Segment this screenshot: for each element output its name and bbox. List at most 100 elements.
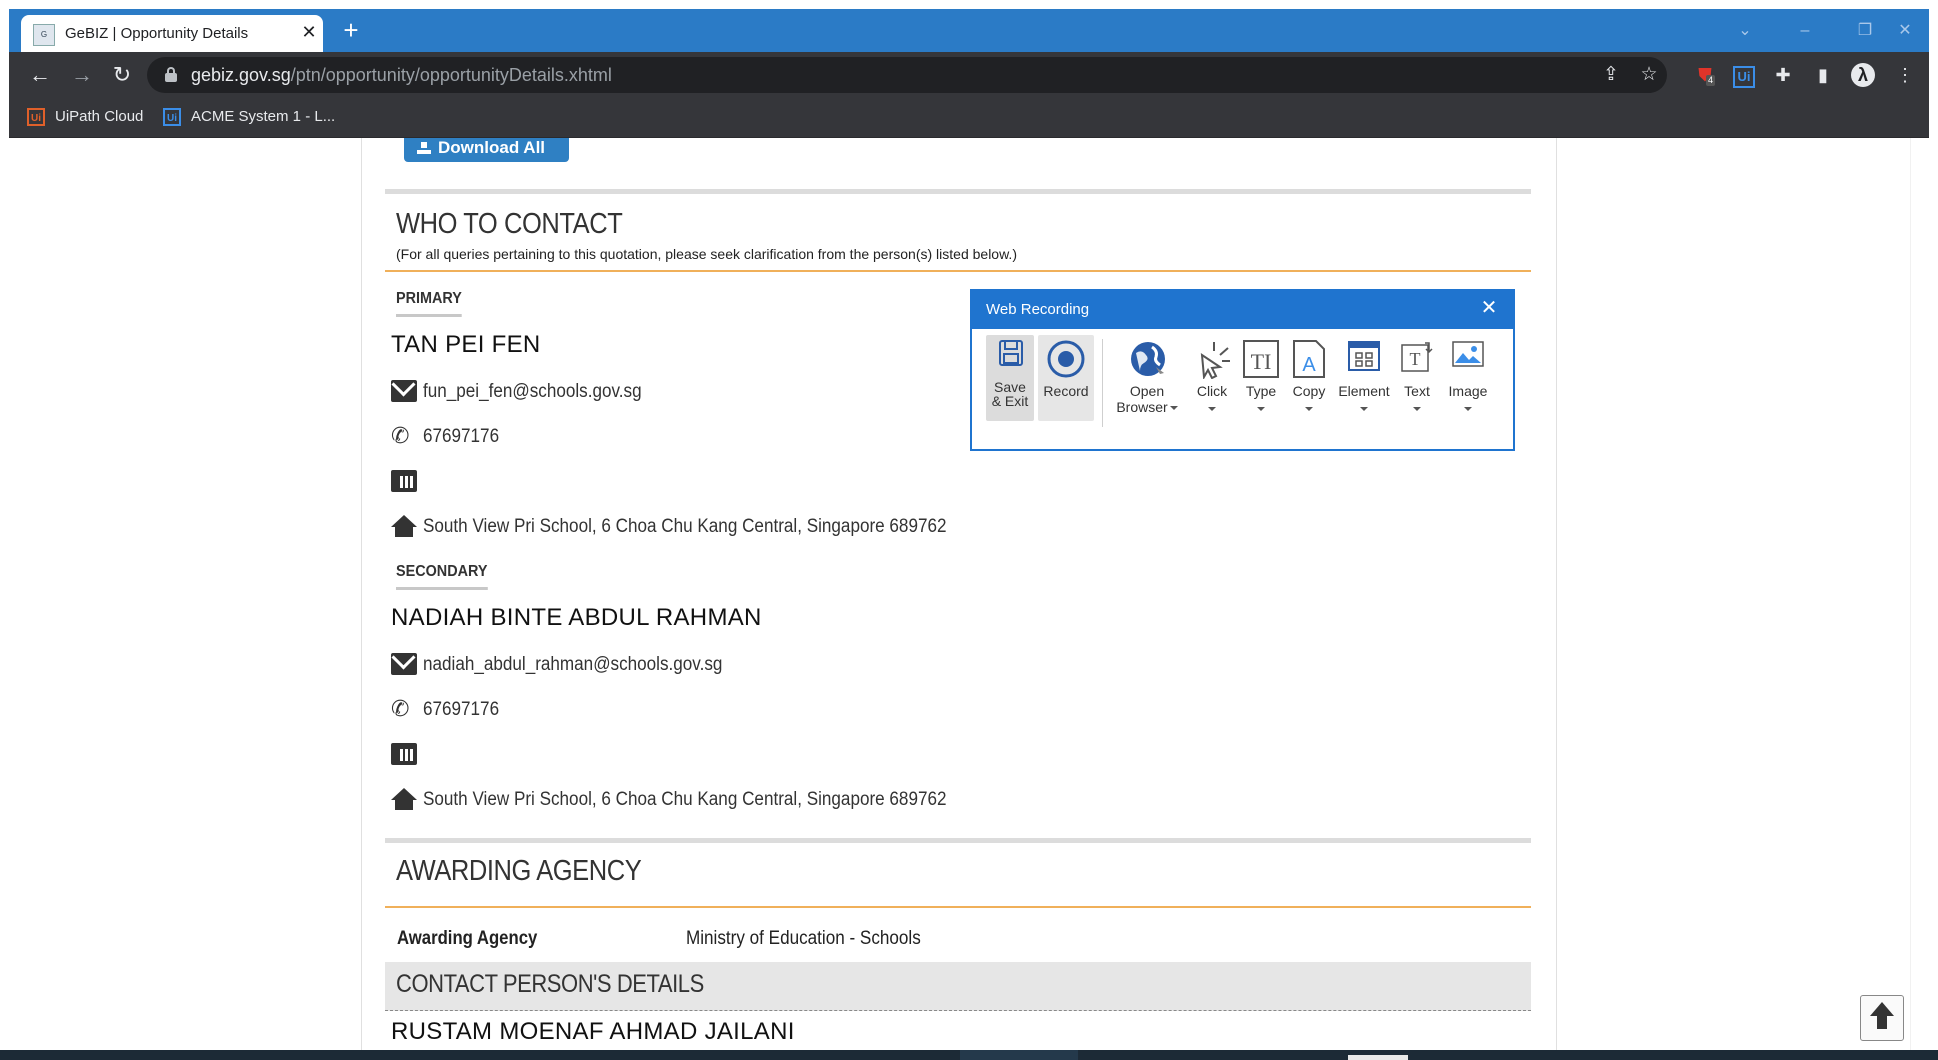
new-tab-button[interactable]: +: [337, 17, 365, 45]
back-arrow-icon[interactable]: ←: [25, 60, 55, 90]
orange-rule: [385, 270, 1531, 272]
close-window-button[interactable]: ✕: [1885, 17, 1925, 45]
uipath-icon: Ui: [163, 108, 181, 127]
url-host: gebiz.gov.sg: [191, 65, 291, 85]
os-taskbar: [0, 1050, 1938, 1060]
ublock-badge: 4: [1706, 75, 1716, 86]
save-exit-label-2: & Exit: [991, 393, 1029, 409]
share-icon[interactable]: ⇪: [1599, 63, 1623, 87]
reload-icon[interactable]: ↻: [107, 60, 137, 90]
primary-address: South View Pri School, 6 Choa Chu Kang C…: [423, 516, 947, 537]
dropdown-caret-icon: [1413, 407, 1421, 411]
side-panel-icon[interactable]: ▮: [1811, 63, 1835, 87]
uipath-extension-icon[interactable]: Ui: [1733, 66, 1755, 88]
bookmark-label: ACME System 1 - L...: [191, 108, 336, 125]
download-icon: [417, 142, 431, 154]
browser-tab-strip: G GeBIZ | Opportunity Details ✕ + ⌄ – ❐ …: [9, 9, 1929, 52]
vertical-scrollbar[interactable]: [1910, 138, 1911, 1050]
bookmark-star-icon[interactable]: ☆: [1637, 63, 1661, 87]
dropdown-caret-icon: [1257, 407, 1265, 411]
uipath-icon: Ui: [27, 108, 45, 127]
element-button[interactable]: Element: [1334, 335, 1394, 421]
gebiz-favicon-icon: G: [33, 24, 55, 46]
download-all-label: Download All: [438, 138, 546, 157]
awarding-agency-label: Awarding Agency: [397, 928, 538, 949]
record-label: Record: [1043, 383, 1089, 399]
download-all-button[interactable]: Download All: [404, 138, 569, 162]
type-text-icon: TI: [1243, 340, 1279, 378]
svg-text:A: A: [1302, 354, 1316, 376]
bookmark-acme-system[interactable]: Ui ACME System 1 - L...: [163, 105, 335, 129]
phone-icon: ✆: [391, 423, 410, 448]
copy-button[interactable]: A Copy: [1286, 335, 1332, 421]
element-label: Element: [1338, 383, 1390, 399]
section-divider: [385, 838, 1531, 843]
address-bar[interactable]: gebiz.gov.sg/ptn/opportunity/opportunity…: [147, 57, 1667, 93]
copy-document-icon: A: [1293, 340, 1325, 378]
tab-close-icon[interactable]: ✕: [299, 22, 319, 42]
secondary-email[interactable]: nadiah_abdul_rahman@schools.gov.sg: [423, 654, 722, 676]
secondary-contact-name: NADIAH BINTE ABDUL RAHMAN: [391, 604, 762, 631]
back-to-top-button[interactable]: [1860, 995, 1904, 1041]
svg-text:TI: TI: [1251, 349, 1272, 374]
primary-contact-name: TAN PEI FEN: [391, 331, 541, 358]
dropdown-caret-icon: [1169, 406, 1178, 411]
browser-menu-icon[interactable]: ⋮: [1893, 63, 1917, 87]
web-recording-title: Web Recording: [986, 301, 1090, 318]
primary-email[interactable]: fun_pei_fen@schools.gov.sg: [423, 381, 642, 403]
close-icon[interactable]: ✕: [1479, 298, 1499, 318]
web-recording-toolbar: Save & Exit Record Open Browser Click TI…: [972, 329, 1513, 449]
copy-label: Copy: [1292, 383, 1326, 399]
image-button[interactable]: Image: [1440, 335, 1496, 421]
who-to-contact-title: WHO TO CONTACT: [396, 208, 623, 240]
click-pointer-icon: [1200, 342, 1230, 379]
secondary-address: South View Pri School, 6 Choa Chu Kang C…: [423, 789, 947, 810]
type-button[interactable]: TI Type: [1238, 335, 1284, 421]
taskbar-highlight[interactable]: [1348, 1055, 1408, 1060]
profile-avatar[interactable]: λ: [1851, 63, 1875, 87]
screen: G GeBIZ | Opportunity Details ✕ + ⌄ – ❐ …: [0, 0, 1938, 1060]
bookmark-uipath-cloud[interactable]: Ui UiPath Cloud: [27, 105, 143, 129]
save-exit-button[interactable]: Save & Exit: [986, 335, 1034, 421]
envelope-icon: [391, 380, 417, 402]
url-path: /ptn/opportunity/opportunityDetails.xhtm…: [290, 65, 612, 85]
primary-phone: 67697176: [423, 426, 500, 447]
open-browser-label-2-text: Browser: [1116, 399, 1168, 415]
forward-arrow-icon[interactable]: →: [67, 60, 97, 90]
dropdown-caret-icon: [1305, 407, 1313, 411]
phone-icon: ✆: [391, 696, 410, 721]
minimize-button[interactable]: –: [1785, 17, 1825, 45]
dropdown-caret-icon: [1208, 407, 1216, 411]
toolbar-separator: [1102, 339, 1103, 427]
globe-icon: [1131, 342, 1165, 376]
contact-person-name: RUSTAM MOENAF AHMAD JAILANI: [391, 1018, 795, 1045]
click-button[interactable]: Click: [1188, 335, 1236, 421]
open-browser-button[interactable]: Open Browser: [1110, 335, 1184, 421]
awarding-agency-value: Ministry of Education - Schools: [686, 928, 921, 949]
open-browser-label-1: Open: [1129, 383, 1165, 399]
secondary-label: SECONDARY: [396, 563, 488, 590]
text-label: Text: [1404, 383, 1430, 399]
open-browser-label-2: Browser: [1110, 399, 1184, 415]
secondary-phone: 67697176: [423, 699, 500, 720]
text-button[interactable]: T Text: [1396, 335, 1438, 421]
dropdown-caret-icon: [1360, 407, 1368, 411]
url-text[interactable]: gebiz.gov.sg/ptn/opportunity/opportunity…: [191, 65, 612, 86]
extensions-puzzle-icon[interactable]: ✚: [1771, 63, 1795, 87]
record-button[interactable]: Record: [1038, 335, 1094, 421]
primary-label: PRIMARY: [396, 290, 462, 317]
lock-icon[interactable]: [165, 67, 177, 82]
restore-button[interactable]: ❐: [1845, 17, 1885, 45]
contact-person-details-title: CONTACT PERSON'S DETAILS: [396, 970, 704, 998]
tab-title: GeBIZ | Opportunity Details: [65, 25, 249, 42]
section-divider: [385, 189, 1531, 194]
image-picture-icon: [1452, 341, 1484, 367]
taskbar-active-app[interactable]: [960, 1050, 1078, 1060]
who-to-contact-subtitle: (For all queries pertaining to this quot…: [396, 246, 1017, 262]
fax-icon: [391, 470, 417, 492]
web-recording-titlebar[interactable]: Web Recording ✕: [972, 291, 1513, 329]
ublock-origin-icon[interactable]: ⛊ 4: [1693, 63, 1717, 87]
browser-tab[interactable]: G GeBIZ | Opportunity Details ✕: [21, 15, 323, 52]
bookmarks-bar: Ui UiPath Cloud Ui ACME System 1 - L...: [9, 97, 1929, 138]
tab-search-icon[interactable]: ⌄: [1725, 17, 1765, 45]
